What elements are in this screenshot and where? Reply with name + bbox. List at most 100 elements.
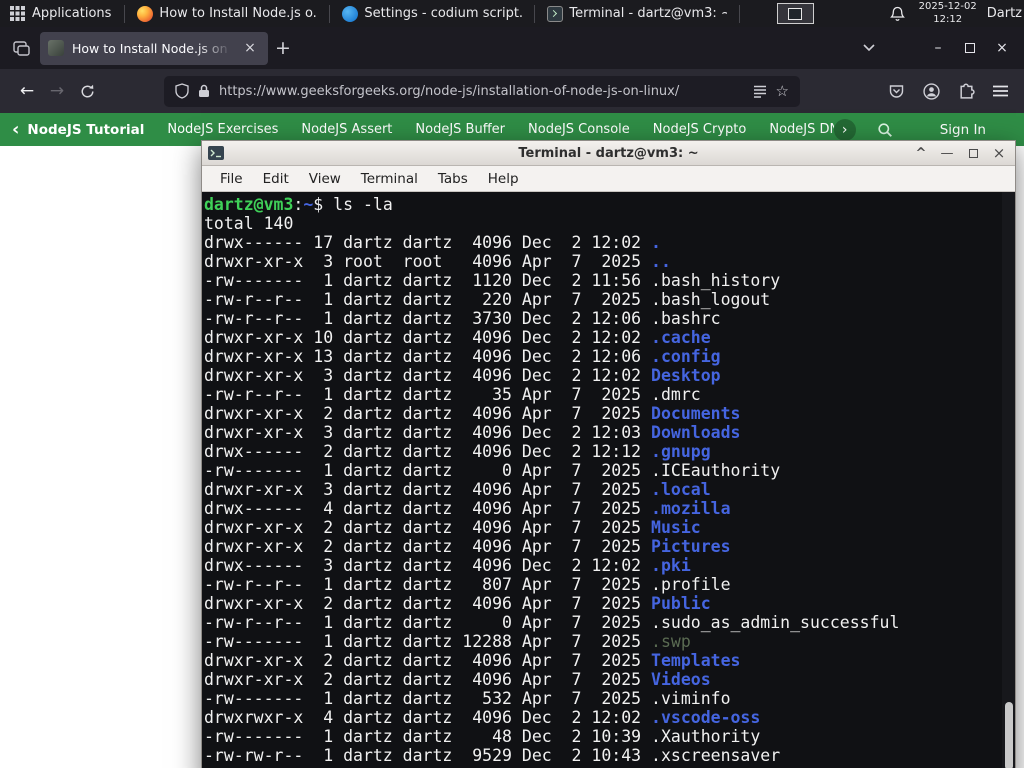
site-nav-link[interactable]: NodeJS Tutorial	[27, 122, 144, 138]
file-name: .xscreensaver	[651, 746, 781, 765]
terminal-minimize-button[interactable]: —	[940, 147, 954, 160]
file-name: Downloads	[651, 423, 741, 442]
terminal-output-line: drwxr-xr-x 3 root root 4096 Apr 7 2025 .…	[204, 252, 671, 271]
file-name: .bashrc	[651, 309, 721, 328]
terminal-scrollbar[interactable]	[1002, 192, 1015, 768]
notifications-button[interactable]	[889, 6, 905, 22]
nav-scroll-right-button[interactable]: ›	[833, 118, 856, 141]
workspace-switcher[interactable]	[776, 3, 814, 24]
file-name: .gnupg	[651, 442, 711, 461]
file-name: Music	[651, 518, 701, 537]
terminal-titlebar[interactable]: Terminal - dartz@vm3: ~ ^ — ×	[202, 141, 1015, 166]
pocket-icon[interactable]	[888, 83, 905, 99]
applications-menu-button[interactable]: Applications	[0, 0, 121, 27]
file-name: .viminfo	[651, 689, 731, 708]
tab-close-button[interactable]: ×	[240, 38, 260, 58]
list-all-tabs-button[interactable]	[856, 35, 882, 61]
codium-icon	[342, 5, 359, 22]
clock-time: 12:12	[933, 13, 963, 25]
file-name: Desktop	[651, 366, 721, 385]
reload-icon	[81, 84, 93, 97]
firefox-view-button[interactable]	[6, 33, 36, 63]
file-name: .swp	[651, 632, 691, 651]
browser-nav-toolbar: ← → https://www.geeksforgeeks.org/node-j…	[0, 69, 1024, 113]
desktop: Applications How to Install Node.js o...…	[0, 0, 1024, 768]
terminal-output-line: drwx------ 4 dartz dartz 4096 Apr 7 2025…	[204, 499, 731, 518]
site-nav-link[interactable]: NodeJS DNS	[769, 122, 833, 137]
window-restore-button[interactable]	[954, 33, 986, 63]
task-label: How to Install Node.js o...	[159, 6, 318, 21]
prompt-user-host: dartz@vm3	[204, 195, 294, 214]
reader-view-icon[interactable]	[753, 85, 767, 98]
menu-view[interactable]: View	[299, 169, 351, 189]
site-nav-link[interactable]: NodeJS Console	[528, 122, 630, 137]
tab-favicon	[48, 40, 64, 56]
menu-terminal[interactable]: Terminal	[351, 169, 428, 189]
terminal-output-line: drwxr-xr-x 3 dartz dartz 4096 Dec 2 12:0…	[204, 423, 741, 442]
menu-help[interactable]: Help	[478, 169, 529, 189]
new-tab-button[interactable]: +	[268, 33, 298, 63]
file-name: .vscode-oss	[651, 708, 761, 727]
sign-in-button[interactable]: Sign In	[940, 122, 986, 138]
back-button[interactable]: ←	[12, 76, 42, 106]
terminal-title: Terminal - dartz@vm3: ~	[518, 145, 699, 161]
browser-tab-active[interactable]: How to Install Node.js on ×	[40, 31, 268, 65]
window-close-button[interactable]: ×	[986, 33, 1018, 63]
taskbar-item-firefox[interactable]: How to Install Node.js o...	[128, 0, 326, 27]
file-name: Public	[651, 594, 711, 613]
site-nav-links: NodeJS Tutorial NodeJS Exercises NodeJS As…	[27, 122, 833, 138]
terminal-output-line: drwxr-xr-x 13 dartz dartz 4096 Dec 2 12:…	[204, 347, 721, 366]
restore-icon	[965, 43, 975, 53]
window-minimize-button[interactable]: –	[922, 33, 954, 63]
nav-scroll-left-chevron[interactable]: ‹	[12, 120, 19, 139]
site-nav-link[interactable]: NodeJS Buffer	[415, 122, 505, 137]
applications-label: Applications	[32, 6, 112, 21]
terminal-maximize-button[interactable]	[966, 148, 980, 158]
terminal-output-line: drwxr-xr-x 2 dartz dartz 4096 Apr 7 2025…	[204, 594, 711, 613]
file-name: .dmrc	[651, 385, 701, 404]
bookmark-star-icon[interactable]: ☆	[776, 82, 789, 100]
forward-button[interactable]: →	[42, 76, 72, 106]
site-nav-link[interactable]: NodeJS Exercises	[167, 122, 278, 137]
file-name: .pki	[651, 556, 691, 575]
terminal-shade-button[interactable]: ^	[914, 147, 928, 160]
terminal-window-controls: ^ — ×	[914, 141, 1006, 165]
menu-edit[interactable]: Edit	[253, 169, 299, 189]
terminal-close-button[interactable]: ×	[992, 145, 1006, 161]
menu-tabs[interactable]: Tabs	[428, 169, 478, 189]
terminal-output[interactable]: dartz@vm3:~$ ls -la total 140 drwx------…	[202, 192, 1015, 768]
terminal-output-line: drwxr-xr-x 3 dartz dartz 4096 Apr 7 2025…	[204, 480, 711, 499]
terminal-window: Terminal - dartz@vm3: ~ ^ — × File Edit Vi…	[201, 140, 1016, 768]
site-search-button[interactable]	[872, 117, 898, 143]
taskbar-item-terminal[interactable]: Terminal - dartz@vm3: ~	[538, 0, 736, 27]
lock-icon[interactable]	[198, 84, 210, 98]
account-icon[interactable]	[923, 82, 940, 100]
file-name: .mozilla	[651, 499, 731, 518]
terminal-output-line: -rw-r--r-- 1 dartz dartz 807 Apr 7 2025 …	[204, 575, 731, 594]
terminal-output-line: -rw------- 1 dartz dartz 1120 Dec 2 11:5…	[204, 271, 781, 290]
panel-clock: 2025-12-02 12:12	[919, 1, 977, 26]
site-nav-link[interactable]: NodeJS Crypto	[653, 122, 747, 137]
tab-title: How to Install Node.js on	[72, 40, 228, 56]
taskbar-item-codium[interactable]: Settings - codium script...	[333, 0, 531, 27]
file-name: .config	[651, 347, 721, 366]
desktop-panel: Applications How to Install Node.js o...…	[0, 0, 1024, 27]
user-menu[interactable]: Dartz	[987, 6, 1022, 21]
panel-separator	[739, 4, 741, 23]
file-name: .Xauthority	[651, 727, 761, 746]
reload-button[interactable]	[72, 76, 102, 106]
tracking-shield-icon[interactable]	[175, 83, 189, 99]
terminal-output-line: -rw-r--r-- 1 dartz dartz 220 Apr 7 2025 …	[204, 290, 771, 309]
scrollbar-thumb[interactable]	[1005, 702, 1013, 768]
menu-hamburger-icon[interactable]	[993, 85, 1008, 97]
url-text[interactable]: https://www.geeksforgeeks.org/node-js/in…	[219, 84, 744, 99]
workspace-window-icon	[788, 7, 803, 20]
url-bar[interactable]: https://www.geeksforgeeks.org/node-js/in…	[164, 75, 800, 107]
site-nav-link[interactable]: NodeJS Assert	[301, 122, 392, 137]
file-name: Templates	[651, 651, 741, 670]
file-name: .local	[651, 480, 711, 499]
app-grid-icon	[10, 6, 25, 21]
extensions-puzzle-icon[interactable]	[958, 83, 975, 100]
terminal-output-line: drwxr-xr-x 10 dartz dartz 4096 Dec 2 12:…	[204, 328, 711, 347]
menu-file[interactable]: File	[210, 169, 253, 189]
